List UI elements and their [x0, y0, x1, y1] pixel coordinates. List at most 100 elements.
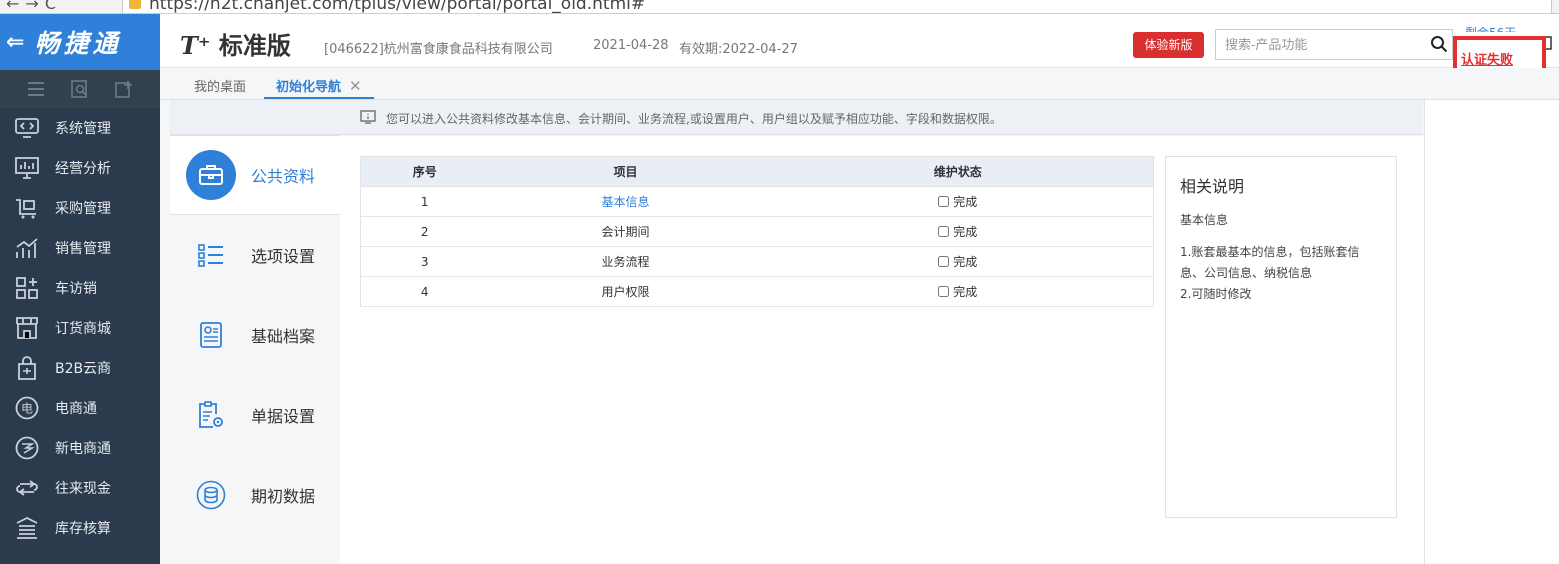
tab-my-desktop[interactable]: 我的桌面	[194, 76, 246, 95]
complete-checkbox[interactable]	[938, 256, 950, 267]
search-doc-icon[interactable]	[69, 78, 91, 100]
logo[interactable]: ⇐ 畅捷通	[0, 14, 160, 70]
search-input[interactable]	[1216, 30, 1416, 59]
notes-line: 1.账套最基本的信息，包括账套信息、公司信息、纳税信息	[1180, 245, 1360, 280]
sidebar-item-label: 往来现金	[55, 481, 111, 497]
step-label: 期初数据	[251, 487, 316, 506]
step-label: 基础档案	[251, 327, 316, 346]
login-date: 2021-04-28	[593, 38, 669, 53]
row-number: 4	[360, 276, 489, 307]
row-status: 完成	[762, 276, 1154, 307]
inventory-icon	[14, 515, 40, 541]
complete-label: 完成	[953, 255, 978, 269]
detail-panel: 序号 项目 维护状态 1 基本信息 完成 2 会计期间 完成 3 业务流程 完成 4 用户权限 完成 …	[340, 136, 1424, 564]
sidebar: ⇐ 畅捷通 系统管理经营分析采购管理销售管理车访销订货商城 B2B云商电 电商通新电…	[0, 14, 160, 564]
search-icon[interactable]	[1430, 35, 1448, 53]
step-item[interactable]: 公共资料	[170, 135, 340, 215]
table-row: 4 用户权限 完成	[360, 276, 1154, 307]
close-tab-icon[interactable]: ✕	[349, 77, 362, 95]
top-header: T⁺ 标准版 [046622]杭州富食康食品科技有限公司 2021-04-28 …	[160, 14, 1559, 84]
step-item[interactable]: 基础档案	[170, 295, 340, 375]
svg-text:电: 电	[21, 402, 33, 416]
try-new-version-button[interactable]: 体验新版	[1133, 32, 1204, 58]
tab-bar: 我的桌面 初始化导航 ✕	[160, 68, 1559, 100]
remaining-days: 剩余56天	[1465, 24, 1516, 32]
analysis-icon	[14, 155, 40, 181]
purchase-icon	[14, 195, 40, 221]
step-item[interactable]: 期初数据	[170, 455, 340, 535]
table-header-row: 序号 项目 维护状态	[360, 156, 1154, 187]
table-row: 1 基本信息 完成	[360, 186, 1154, 217]
sidebar-item[interactable]: 新电商通	[0, 428, 160, 468]
row-status: 完成	[762, 216, 1154, 247]
notes-subtitle: 基本信息	[1180, 213, 1229, 227]
ecommerce-icon: 电	[14, 395, 40, 421]
status-checkbox[interactable]: 完成	[938, 193, 977, 210]
right-margin	[1424, 100, 1559, 564]
status-checkbox[interactable]: 完成	[938, 223, 977, 240]
sidebar-item[interactable]: 车访销	[0, 268, 160, 308]
address-bar[interactable]: https://h2t.chanjet.com/tplus/view/porta…	[122, 0, 1552, 14]
checklist-icon	[186, 230, 236, 280]
column-header: 序号	[360, 156, 489, 187]
browser-nav-buttons[interactable]: ←→C	[6, 0, 62, 13]
main-content: 您可以进入公共资料修改基本信息、会计期间、业务流程,或设置用户、用户组以及赋予相…	[160, 100, 1424, 564]
complete-label: 完成	[953, 225, 978, 239]
sidebar-item[interactable]: 销售管理	[0, 228, 160, 268]
lock-icon	[129, 0, 141, 9]
sidebar-item-label: 新电商通	[55, 441, 111, 457]
sidebar-item[interactable]: 往来现金	[0, 468, 160, 508]
sidebar-item[interactable]: 经营分析	[0, 148, 160, 188]
add-tab-icon[interactable]	[113, 78, 135, 100]
complete-checkbox[interactable]	[938, 196, 950, 207]
status-checkbox[interactable]: 完成	[938, 283, 977, 300]
briefcase-icon	[186, 150, 236, 200]
complete-label: 完成	[953, 195, 978, 209]
step-item[interactable]: 选项设置	[170, 215, 340, 295]
cash-icon	[14, 475, 40, 501]
status-checkbox[interactable]: 完成	[938, 253, 977, 270]
b2b-icon	[14, 355, 40, 381]
sidebar-item[interactable]: 库存核算	[0, 508, 160, 548]
document-settings-icon	[186, 390, 236, 440]
row-number: 2	[360, 216, 489, 247]
sidebar-toolbar	[0, 70, 160, 108]
info-screen-icon	[360, 110, 376, 124]
step-item[interactable]: 单据设置	[170, 375, 340, 455]
sidebar-item[interactable]: 电 电商通	[0, 388, 160, 428]
init-steps: 公共资料选项设置基础档案单据设置期初数据	[170, 135, 340, 564]
complete-checkbox[interactable]	[938, 286, 950, 297]
car-sales-icon	[14, 275, 40, 301]
row-status: 完成	[762, 246, 1154, 277]
menu-icon[interactable]	[25, 78, 47, 100]
sidebar-item[interactable]: B2B云商	[0, 348, 160, 388]
related-notes: 相关说明 基本信息 1.账套最基本的信息，包括账套信息、公司信息、纳税信息 2.…	[1165, 156, 1397, 518]
column-header: 项目	[488, 156, 763, 187]
table-row: 2 会计期间 完成	[360, 216, 1154, 247]
tab-init-guide[interactable]: 初始化导航 ✕	[264, 68, 374, 99]
sidebar-item[interactable]: 订货商城	[0, 308, 160, 348]
row-item: 业务流程	[488, 246, 763, 277]
sidebar-item-label: 订货商城	[55, 321, 111, 337]
init-table: 序号 项目 维护状态 1 基本信息 完成 2 会计期间 完成 3 业务流程 完成 4 用户权限 完成	[360, 156, 1154, 307]
profile-card-icon	[186, 310, 236, 360]
complete-checkbox[interactable]	[938, 226, 950, 237]
sidebar-item-label: 销售管理	[55, 241, 111, 257]
row-item[interactable]: 基本信息	[488, 186, 763, 217]
row-item: 用户权限	[488, 276, 763, 307]
table-row: 3 业务流程 完成	[360, 246, 1154, 277]
store-icon	[14, 315, 40, 341]
back-arrow-icon[interactable]: ⇐	[6, 30, 24, 55]
tip-bar: 您可以进入公共资料修改基本信息、会计期间、业务流程,或设置用户、用户组以及赋予相…	[170, 100, 1423, 135]
sidebar-item-label: 采购管理	[55, 201, 111, 217]
column-header: 维护状态	[762, 156, 1154, 187]
sidebar-item-label: B2B云商	[55, 361, 112, 377]
sidebar-item[interactable]: 采购管理	[0, 188, 160, 228]
validity-date: 有效期:2022-04-27	[679, 42, 798, 57]
new-ecommerce-icon	[14, 435, 40, 461]
sidebar-item-label: 车访销	[55, 281, 97, 297]
url-text: https://h2t.chanjet.com/tplus/view/porta…	[149, 0, 646, 14]
sidebar-item-label: 系统管理	[55, 121, 111, 137]
sidebar-item[interactable]: 系统管理	[0, 108, 160, 148]
step-label: 公共资料	[251, 167, 316, 186]
